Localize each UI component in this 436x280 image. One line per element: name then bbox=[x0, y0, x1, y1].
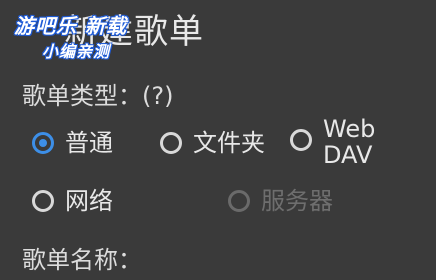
radio-checked-icon[interactable] bbox=[32, 132, 54, 154]
radio-network-label: 网络 bbox=[65, 187, 113, 215]
radio-disabled-icon bbox=[228, 190, 250, 212]
radio-webdav-label: WebDAV bbox=[323, 115, 376, 169]
playlist-type-label: 歌单类型：(?) bbox=[22, 82, 174, 110]
radio-unchecked-icon[interactable] bbox=[32, 190, 54, 212]
radio-unchecked-icon[interactable] bbox=[160, 132, 182, 154]
watermark-logo: 游吧乐 新载 小编亲测 bbox=[14, 10, 144, 66]
radio-unchecked-icon[interactable] bbox=[290, 129, 312, 151]
watermark-line-2: 小编亲测 bbox=[42, 42, 111, 61]
radio-server: 服务器 bbox=[228, 187, 333, 215]
radio-server-label: 服务器 bbox=[261, 187, 333, 215]
radio-normal-label: 普通 bbox=[65, 129, 113, 157]
radio-folder[interactable]: 文件夹 bbox=[160, 129, 265, 157]
radio-folder-label: 文件夹 bbox=[193, 129, 265, 157]
radio-network[interactable]: 网络 bbox=[32, 187, 113, 215]
playlist-name-label: 歌单名称： bbox=[22, 246, 142, 274]
watermark-line-1: 游吧乐 新载 bbox=[14, 14, 127, 38]
radio-normal[interactable]: 普通 bbox=[32, 129, 113, 157]
radio-webdav[interactable]: WebDAV bbox=[290, 116, 383, 168]
